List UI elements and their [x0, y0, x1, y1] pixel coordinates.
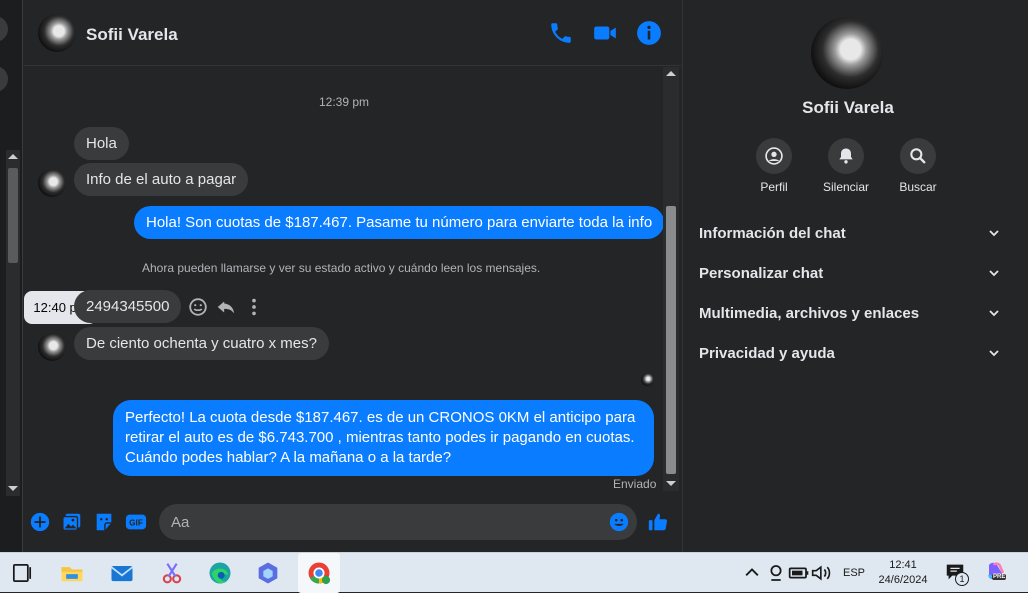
copilot-button[interactable]: PRE	[984, 559, 1012, 587]
conversation-avatar[interactable]	[0, 66, 8, 92]
edge-browser-icon[interactable]	[206, 559, 234, 587]
message-input[interactable]	[159, 504, 637, 540]
phone-icon[interactable]	[548, 20, 574, 46]
section-label: Información del chat	[699, 224, 846, 242]
mute-label: Silenciar	[822, 180, 870, 194]
reply-icon[interactable]	[215, 296, 237, 318]
scroll-up-arrow[interactable]	[8, 154, 18, 159]
react-emoji-icon[interactable]	[187, 296, 209, 318]
file-explorer-icon[interactable]	[58, 559, 86, 587]
input-language[interactable]: ESP	[843, 567, 865, 579]
section-label: Personalizar chat	[699, 264, 824, 282]
message-timestamp: 12:39 pm	[319, 95, 370, 109]
contact-avatar[interactable]	[38, 14, 76, 52]
more-options-icon[interactable]	[243, 296, 265, 318]
incoming-message[interactable]: De ciento ochenta y cuatro x mes?	[74, 327, 329, 360]
contact-profile-name: Sofii Varela	[802, 98, 894, 117]
incoming-message[interactable]: Hola	[74, 127, 129, 160]
search-button[interactable]: Buscar	[878, 138, 958, 194]
system-note: Ahora pueden llamarse y ver su estado ac…	[142, 261, 541, 275]
profile-icon	[765, 147, 783, 165]
chevron-down-icon	[989, 270, 999, 277]
contact-name[interactable]: Sofii Varela	[86, 25, 178, 45]
chat-header: Sofii Varela	[24, 0, 681, 66]
conversation-list-scroll-thumb[interactable]	[8, 168, 18, 263]
message-status: Enviado	[613, 477, 657, 491]
section-media-files-links[interactable]: Multimedia, archivos y enlaces	[699, 298, 999, 328]
emoji-icon[interactable]	[608, 511, 630, 533]
thumbs-up-icon[interactable]	[647, 511, 669, 533]
clock-time: 12:41	[889, 559, 917, 571]
windows-taskbar: ESP 12:41 24/6/2024 1 PRE	[0, 552, 1028, 593]
outgoing-message[interactable]: Perfecto! La cuota desde $187.467. es de…	[113, 400, 654, 476]
notification-count-badge: 1	[955, 572, 969, 586]
copilot-app-icon[interactable]	[254, 559, 282, 587]
chat-scroll-thumb[interactable]	[666, 206, 676, 474]
contact-avatar-small[interactable]	[38, 169, 66, 197]
clock-date: 24/6/2024	[878, 574, 928, 586]
section-label: Privacidad y ayuda	[699, 344, 835, 362]
search-icon	[910, 148, 926, 164]
search-label: Buscar	[899, 180, 937, 194]
chevron-down-icon	[989, 310, 999, 317]
chrome-browser-icon[interactable]	[305, 559, 333, 587]
bell-icon	[839, 148, 853, 164]
plus-icon[interactable]	[29, 511, 51, 533]
sticker-icon[interactable]	[93, 511, 115, 533]
notification-center-button[interactable]: 1	[944, 559, 972, 587]
contact-profile-picture[interactable]	[811, 17, 883, 89]
task-view-icon[interactable]	[8, 559, 36, 587]
photo-gallery-icon[interactable]	[61, 511, 83, 533]
svg-text:GIF: GIF	[129, 519, 143, 528]
snipping-tool-icon[interactable]	[158, 559, 186, 587]
section-customize-chat[interactable]: Personalizar chat	[699, 258, 999, 288]
scroll-up-arrow[interactable]	[666, 71, 676, 76]
contact-avatar-small[interactable]	[38, 333, 66, 361]
system-clock[interactable]: 12:41 24/6/2024	[870, 558, 936, 588]
conversation-avatar[interactable]	[0, 16, 8, 42]
chevron-down-icon	[989, 350, 999, 357]
profile-label: Perfil	[760, 180, 788, 194]
read-receipt-avatar	[641, 373, 654, 386]
conversation-list-edge	[0, 0, 23, 552]
scroll-down-arrow[interactable]	[8, 486, 18, 491]
section-privacy-help[interactable]: Privacidad y ayuda	[699, 338, 999, 368]
video-camera-icon[interactable]	[592, 20, 618, 46]
conversation-details-panel: Sofii Varela Perfil Silenciar Buscar Inf…	[682, 0, 1028, 552]
message-list: 12:39 pm Hola Info de el auto a pagar Ho…	[24, 67, 681, 497]
volume-icon[interactable]	[808, 559, 836, 587]
mute-button[interactable]: Silenciar	[806, 138, 886, 194]
preview-badge: PRE	[992, 574, 1007, 580]
messenger-window: Sofii Varela 12:39 pm Hola Info de el au…	[0, 0, 1028, 552]
section-chat-info[interactable]: Información del chat	[699, 218, 999, 248]
profile-button[interactable]: Perfil	[734, 138, 814, 194]
info-icon[interactable]	[636, 20, 662, 46]
incoming-message[interactable]: Info de el auto a pagar	[74, 163, 249, 196]
mail-icon[interactable]	[108, 559, 136, 587]
gif-icon[interactable]: GIF	[125, 511, 147, 533]
scroll-down-arrow[interactable]	[666, 481, 676, 486]
section-label: Multimedia, archivos y enlaces	[699, 304, 920, 322]
incoming-message[interactable]: 2494345500	[74, 290, 182, 323]
outgoing-message[interactable]: Hola! Son cuotas de $187.467. Pasame tu …	[134, 206, 665, 239]
chevron-down-icon	[989, 230, 999, 237]
